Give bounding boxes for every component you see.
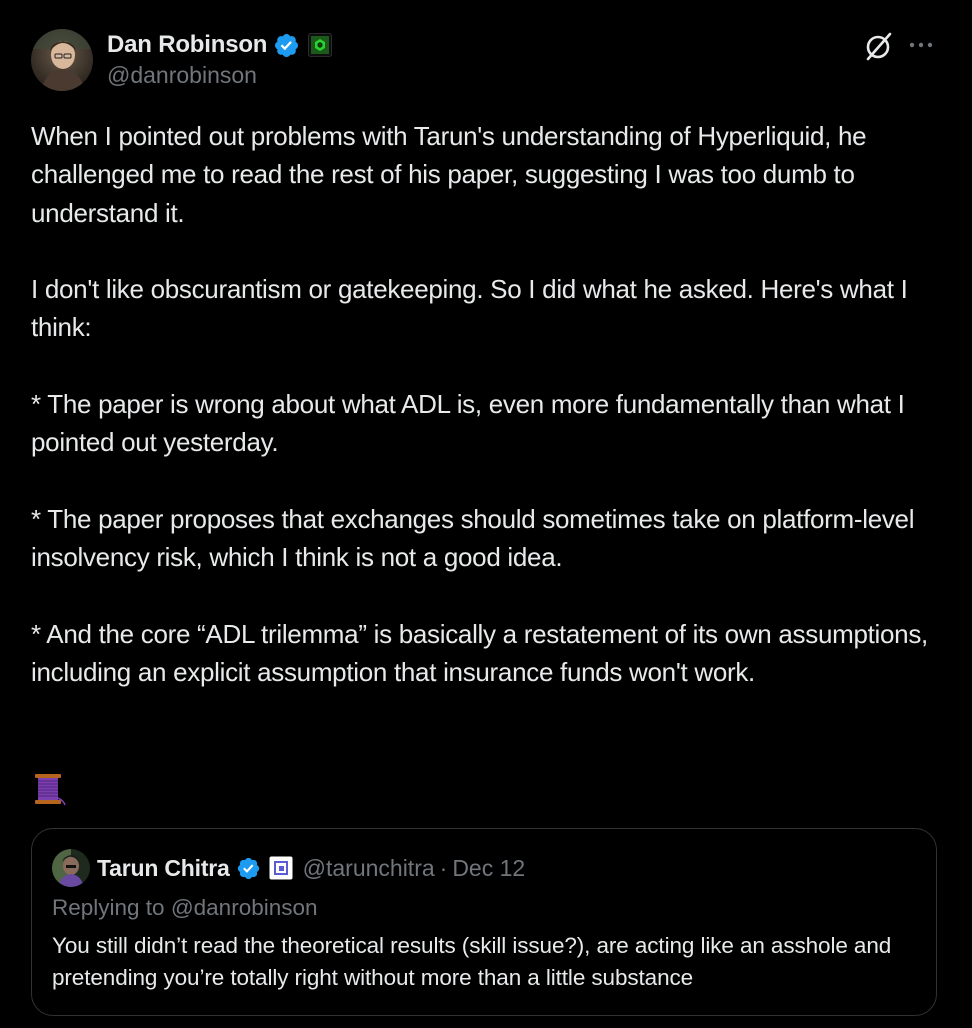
separator-dot: · — [439, 854, 448, 881]
verified-badge-icon — [275, 33, 299, 57]
tweet-paragraph: * The paper is wrong about what ADL is, … — [31, 389, 912, 458]
quoted-date[interactable]: Dec 12 — [452, 855, 525, 882]
verified-badge-icon — [237, 857, 259, 879]
ritual-affiliation-icon[interactable] — [269, 856, 293, 880]
paradigm-affiliation-icon[interactable] — [308, 33, 333, 57]
more-options-icon[interactable] — [906, 31, 936, 59]
replying-to: Replying to @danrobinson — [52, 895, 318, 920]
tweet-body: When I pointed out problems with Tarun's… — [31, 117, 941, 691]
tweet-paragraph: I don't like obscurantism or gatekeeping… — [31, 274, 915, 343]
quoted-text: You still didn’t read the theoretical re… — [52, 933, 892, 990]
quoted-display-name[interactable]: Tarun Chitra — [97, 855, 230, 882]
quoted-author-avatar[interactable] — [52, 849, 90, 887]
grok-icon[interactable] — [863, 30, 895, 62]
quoted-handle[interactable]: @tarunchitra — [303, 855, 435, 882]
author-avatar[interactable] — [31, 29, 93, 91]
quoted-tweet[interactable]: Tarun Chitra @tarunchitra · Dec 12 Reply… — [31, 828, 937, 1016]
author-handle[interactable]: @danrobinson — [107, 62, 257, 89]
author-display-name[interactable]: Dan Robinson — [107, 31, 267, 59]
quoted-header: Tarun Chitra @tarunchitra · Dec 12 — [97, 851, 525, 885]
author-name-row: Dan Robinson — [107, 30, 333, 60]
tweet-paragraph: * And the core “ADL trilemma” is basical… — [31, 618, 935, 688]
tweet: Dan Robinson @danrobinson When I pointed… — [0, 0, 972, 1028]
tweet-paragraph: * The paper proposes that exchanges shou… — [31, 503, 922, 573]
tweet-paragraph: When I pointed out problems with Tarun's… — [31, 121, 874, 228]
thread-emoji-icon — [35, 774, 66, 806]
